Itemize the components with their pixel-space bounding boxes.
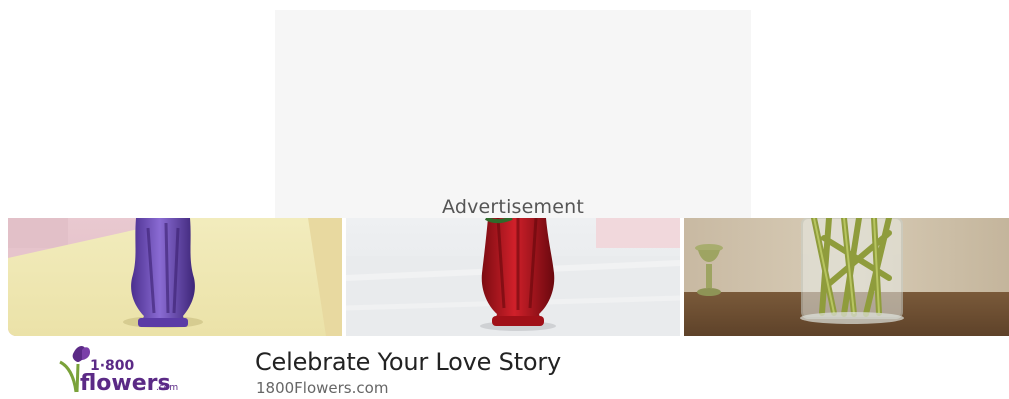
purple-vase-photo[interactable] — [8, 218, 342, 336]
advertisement-slot[interactable]: Advertisement — [275, 10, 751, 218]
ad-source-domain[interactable]: 1800Flowers.com — [256, 379, 388, 397]
brand-logo[interactable]: 1·800 flowers .com — [56, 344, 178, 396]
red-vase-photo[interactable] — [346, 218, 680, 336]
ad-headline[interactable]: Celebrate Your Love Story — [255, 348, 561, 376]
promo-footer[interactable]: 1·800 flowers .com Celebrate Your Love S… — [0, 336, 1009, 397]
logo-suffix-text: .com — [156, 383, 178, 393]
advertisement-label: Advertisement — [441, 196, 585, 218]
green-stems-vase-photo[interactable] — [684, 218, 1009, 336]
ad-image-strip[interactable] — [8, 218, 1009, 336]
